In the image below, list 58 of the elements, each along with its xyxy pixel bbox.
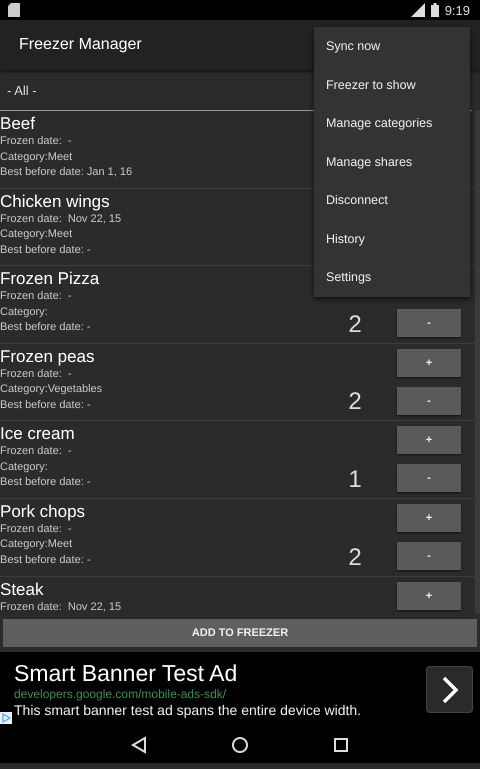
home-icon[interactable] — [231, 736, 249, 754]
signal-icon — [410, 3, 425, 17]
item-detail: Frozen date: Nov 22, 15 — [0, 600, 122, 614]
item-detail: Category:Meet — [0, 537, 74, 552]
increase-button[interactable]: + — [397, 426, 461, 454]
recents-icon[interactable] — [333, 737, 349, 753]
item-detail: Category: — [0, 304, 49, 320]
item-detail: Frozen date: - — [0, 366, 73, 382]
item-detail: Frozen date: Nov 22, 15 — [0, 212, 122, 227]
chevron-right-icon — [440, 676, 458, 704]
item-count: 1 — [348, 466, 362, 494]
item-count: 2 — [348, 388, 362, 416]
item-detail: Best before date: - — [0, 320, 92, 336]
item-name: Ice cream — [0, 423, 76, 444]
ad-description: This smart banner test ad spans the entire device width. — [14, 701, 362, 719]
ad-title: Smart Banner Test Ad — [14, 660, 238, 687]
increase-button[interactable]: + — [397, 348, 461, 377]
item-name: Frozen peas — [0, 346, 96, 367]
item-detail: Frozen date: - — [0, 444, 73, 460]
item-name: Steak — [0, 578, 44, 600]
decrease-button[interactable]: - — [397, 386, 461, 415]
item-count: 2 — [348, 544, 362, 572]
item-detail: Category:Vegetables — [0, 382, 104, 398]
sd-card-icon — [8, 3, 20, 17]
item-name: Frozen Pizza — [0, 268, 100, 290]
item-name: Chicken wings — [0, 190, 111, 212]
decrease-button[interactable]: - — [397, 464, 461, 492]
item-detail: Frozen date: - — [0, 522, 73, 537]
clock-time: 9:19 — [444, 2, 470, 18]
add-to-freezer-button[interactable]: ADD TO FREEZER — [3, 619, 477, 647]
item-detail: Category: — [0, 460, 49, 475]
item-count: 2 — [348, 310, 362, 339]
decrease-button[interactable]: - — [397, 542, 461, 570]
menu-item[interactable]: Manage shares — [314, 142, 470, 181]
item-name: Beef — [0, 113, 36, 134]
item-detail: Frozen date: - — [0, 289, 73, 304]
increase-button[interactable]: + — [397, 504, 461, 532]
item-detail: Category:Meet — [0, 150, 74, 164]
item-detail: Best before date: - — [0, 242, 92, 258]
menu-item[interactable]: Disconnect — [314, 181, 470, 220]
item-detail: Best before date: Jan 1, 16 — [0, 165, 134, 180]
item-detail: Best before date: - — [0, 398, 92, 413]
ad-banner[interactable]: Smart Banner Test Ad developers.google.com/mobile-ads-sdk/ This smart banner test ad spans the entire device width. — [0, 652, 480, 727]
menu-item[interactable]: Sync now — [314, 27, 470, 66]
menu-item[interactable]: Settings — [314, 258, 470, 296]
ad-open-button[interactable] — [426, 666, 473, 713]
item-detail: Category:Meet — [0, 227, 74, 242]
menu-item[interactable]: History — [314, 220, 470, 258]
item-name: Pork chops — [0, 500, 86, 522]
app-title: Freezer Manager — [19, 36, 142, 54]
ad-url[interactable]: developers.google.com/mobile-ads-sdk/ — [14, 687, 426, 701]
battery-icon — [430, 3, 439, 17]
decrease-button[interactable]: - — [397, 309, 461, 338]
item-detail: Best before date: - — [0, 475, 92, 490]
item-detail: Frozen date: - — [0, 134, 73, 149]
back-icon[interactable] — [131, 736, 147, 754]
increase-button[interactable]: + — [397, 582, 461, 610]
item-detail: Best before date: - — [0, 552, 92, 568]
